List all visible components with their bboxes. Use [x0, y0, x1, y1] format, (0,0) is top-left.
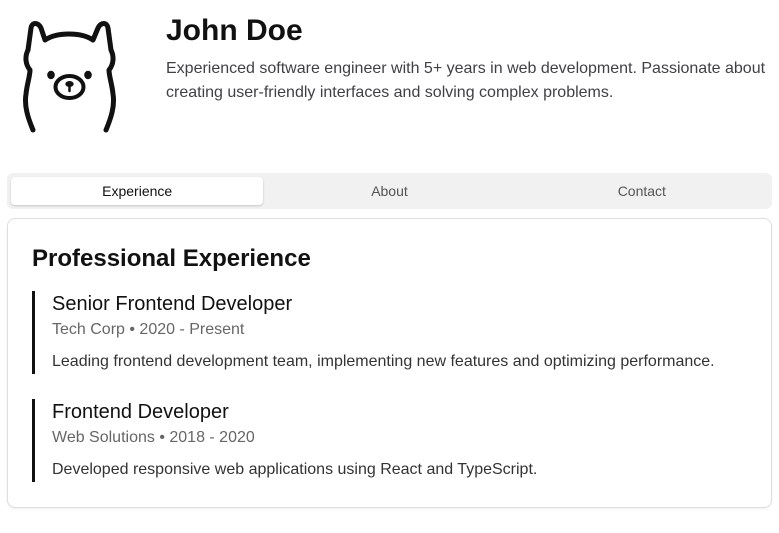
job-title: Senior Frontend Developer: [52, 293, 293, 315]
tab-experience[interactable]: Experience: [11, 177, 264, 205]
job-description: Leading frontend development team, imple…: [52, 353, 715, 370]
tab-about[interactable]: About: [263, 177, 515, 205]
llama-icon: [18, 18, 122, 134]
experience-item: Frontend Developer Web Solutions • 2018 …: [32, 399, 752, 482]
job-description: Developed responsive web applications us…: [52, 461, 538, 478]
experience-item: Senior Frontend Developer Tech Corp • 20…: [32, 291, 752, 374]
job-title: Frontend Developer: [52, 401, 229, 423]
job-meta: Web Solutions • 2018 - 2020: [52, 429, 255, 446]
tab-contact[interactable]: Contact: [516, 177, 768, 205]
experience-card: Professional Experience Senior Frontend …: [7, 218, 772, 508]
section-title: Professional Experience: [32, 245, 311, 272]
profile-bio: Experienced software engineer with 5+ ye…: [166, 60, 766, 101]
tab-bar: Experience About Contact: [7, 173, 772, 209]
profile-page: John Doe Experienced software engineer w…: [0, 0, 779, 533]
profile-name: John Doe: [166, 14, 303, 47]
job-meta: Tech Corp • 2020 - Present: [52, 321, 245, 338]
